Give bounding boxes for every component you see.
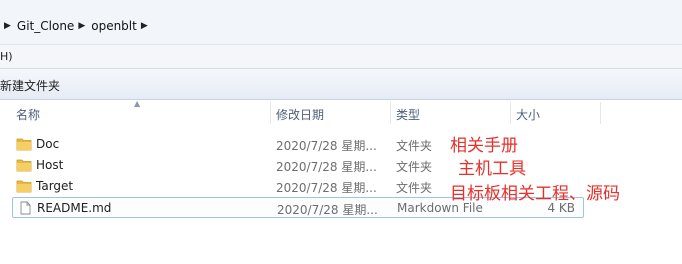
breadcrumb: ▶ Git_Clone ▶ openblt ▶ [0, 10, 682, 42]
annotation-host: 主机工具 [458, 159, 526, 179]
new-folder-button[interactable]: 新建文件夹 [0, 77, 60, 94]
column-divider[interactable] [600, 102, 601, 124]
file-date: 2020/7/28 星期... [276, 139, 377, 153]
column-header-size[interactable]: 大小 [516, 106, 540, 123]
menu-item-help[interactable]: H) [0, 50, 13, 63]
file-date: 2020/7/28 星期... [276, 181, 377, 195]
address-bar[interactable]: ▶ Git_Clone ▶ openblt ▶ [0, 0, 682, 44]
file-type: 文件夹 [396, 160, 433, 174]
column-divider[interactable] [510, 102, 511, 124]
breadcrumb-item-git-clone[interactable]: Git_Clone [17, 19, 74, 33]
column-divider[interactable] [390, 102, 391, 124]
annotation-target: 目标板相关工程、源码 [450, 184, 620, 204]
file-icon [17, 201, 33, 215]
file-type: 文件夹 [396, 139, 433, 153]
menu-bar: H) [0, 44, 682, 68]
column-header-type[interactable]: 类型 [396, 106, 420, 123]
breadcrumb-item-openblt[interactable]: openblt [91, 19, 137, 33]
file-name: Doc [36, 137, 60, 151]
folder-icon [16, 158, 32, 172]
file-date: 2020/7/28 星期... [277, 203, 378, 217]
file-name: Target [36, 179, 74, 193]
chevron-right-icon[interactable]: ▶ [141, 21, 148, 31]
column-divider[interactable] [270, 102, 271, 124]
column-header-row: ▲ 名称 修改日期 类型 大小 [0, 99, 682, 126]
command-bar: 新建文件夹 [0, 68, 682, 100]
file-name: Host [36, 158, 64, 172]
chevron-right-icon[interactable]: ▶ [78, 21, 85, 31]
chevron-right-icon[interactable]: ▶ [4, 21, 11, 31]
folder-icon [16, 137, 32, 151]
file-name: README.md [37, 201, 112, 215]
folder-icon [16, 179, 32, 193]
file-type: 文件夹 [396, 181, 433, 195]
column-header-name[interactable]: 名称 [16, 106, 40, 123]
annotation-doc: 相关手册 [450, 136, 518, 156]
sort-ascending-icon: ▲ [134, 99, 141, 108]
column-header-date[interactable]: 修改日期 [276, 106, 324, 123]
file-date: 2020/7/28 星期... [276, 160, 377, 174]
